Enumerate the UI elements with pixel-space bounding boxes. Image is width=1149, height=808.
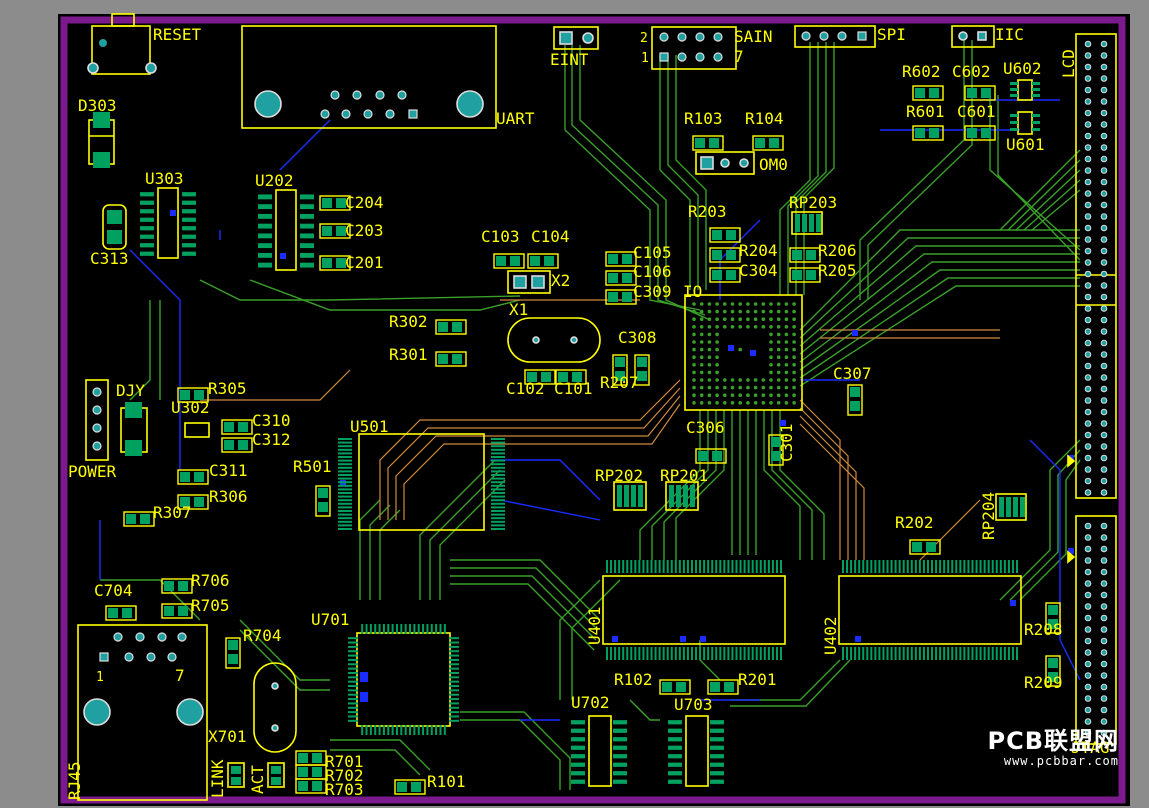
label-sain: SAIN <box>734 27 773 46</box>
label-r305: R305 <box>208 379 247 398</box>
label-c601: C601 <box>957 102 996 121</box>
label-om0: OM0 <box>759 155 788 174</box>
label-c312: C312 <box>252 430 291 449</box>
label-rp203: RP203 <box>789 193 837 212</box>
label-rp204: RP204 <box>979 492 998 540</box>
label-sain-pin2: 2 <box>640 31 648 46</box>
label-u402: U402 <box>821 616 840 655</box>
label-sain-pin7: 7 <box>734 47 744 66</box>
label-r202: R202 <box>895 513 934 532</box>
label-r208: R208 <box>1024 620 1063 639</box>
label-u701: U701 <box>311 610 350 629</box>
label-u602: U602 <box>1003 59 1042 78</box>
label-u702: U702 <box>571 693 610 712</box>
label-c304: C304 <box>739 261 778 280</box>
label-r209: R209 <box>1024 673 1063 692</box>
label-rj45-pin7: 7 <box>175 666 185 685</box>
rp203-resistor-pack[interactable] <box>791 211 823 235</box>
label-c105: C105 <box>633 243 672 262</box>
label-rj45-pin1: 1 <box>96 670 104 685</box>
label-c201: C201 <box>345 253 384 272</box>
label-r102: R102 <box>614 670 653 689</box>
label-c306: C306 <box>686 418 725 437</box>
label-r204: R204 <box>739 241 778 260</box>
label-x1: X1 <box>509 300 528 319</box>
label-spi: SPI <box>877 25 906 44</box>
label-c307: C307 <box>833 364 872 383</box>
label-u601: U601 <box>1006 135 1045 154</box>
label-c203: C203 <box>345 221 384 240</box>
label-c311: C311 <box>209 461 248 480</box>
label-djy: DJY <box>116 381 145 400</box>
label-u302: U302 <box>171 398 210 417</box>
label-u202: U202 <box>255 171 294 190</box>
label-c102: C102 <box>506 379 545 398</box>
label-u303: U303 <box>145 169 184 188</box>
label-r307: R307 <box>153 503 192 522</box>
label-c106: C106 <box>633 262 672 281</box>
watermark-logo: PCB联盟网 <box>987 727 1119 755</box>
label-c704: C704 <box>94 581 133 600</box>
label-c309: C309 <box>633 282 672 301</box>
label-r206: R206 <box>818 241 857 260</box>
label-r706: R706 <box>191 571 230 590</box>
label-x701: X701 <box>208 727 247 746</box>
label-c310: C310 <box>252 411 291 430</box>
label-sain-pin1: 1 <box>641 51 649 66</box>
watermark-url: www.pcbbar.com <box>1003 754 1119 768</box>
label-r205: R205 <box>818 261 857 280</box>
pcb-layout-view: RESET UART EINT 2 1 SAIN 7 SPI IIC LCD D… <box>0 0 1149 808</box>
label-r201: R201 <box>738 670 777 689</box>
label-lcd: LCD <box>1059 49 1078 78</box>
label-r104: R104 <box>745 109 784 128</box>
label-d303: D303 <box>78 96 117 115</box>
label-r501: R501 <box>293 457 332 476</box>
label-r704: R704 <box>243 626 282 645</box>
label-r301: R301 <box>389 345 428 364</box>
label-r207: R207 <box>600 373 639 392</box>
pcb-board: RESET UART EINT 2 1 SAIN 7 SPI IIC LCD D… <box>58 13 1130 806</box>
label-x2: X2 <box>551 271 570 290</box>
label-c313: C313 <box>90 249 129 268</box>
rp204-resistor-pack[interactable] <box>995 493 1027 521</box>
label-u501: U501 <box>350 417 389 436</box>
label-r101: R101 <box>427 772 466 791</box>
label-rj45: RJ45 <box>65 761 84 800</box>
pcbbar-watermark: PCB联盟网 www.pcbbar.com <box>988 721 1120 768</box>
label-c204: C204 <box>345 193 384 212</box>
label-rp201: RP201 <box>660 466 708 485</box>
label-c104: C104 <box>531 227 570 246</box>
label-c308: C308 <box>618 328 657 347</box>
label-act: ACT <box>248 765 267 794</box>
label-c602: C602 <box>952 62 991 81</box>
label-r103: R103 <box>684 109 723 128</box>
label-io: IO <box>683 282 702 301</box>
label-c101: C101 <box>554 379 593 398</box>
label-eint: EINT <box>550 50 589 69</box>
label-r703: R703 <box>325 780 364 799</box>
label-uart: UART <box>496 109 535 128</box>
label-c301: C301 <box>777 423 796 462</box>
label-r601: R601 <box>906 102 945 121</box>
label-link: LINK <box>208 759 227 798</box>
label-r302: R302 <box>389 312 428 331</box>
label-r705: R705 <box>191 596 230 615</box>
label-power: POWER <box>68 462 117 481</box>
label-r203: R203 <box>688 202 727 221</box>
label-iic: IIC <box>995 25 1024 44</box>
label-r602: R602 <box>902 62 941 81</box>
label-u703: U703 <box>674 695 713 714</box>
label-rp202: RP202 <box>595 466 643 485</box>
label-u401: U401 <box>585 606 604 645</box>
label-reset: RESET <box>153 25 202 44</box>
label-c103: C103 <box>481 227 520 246</box>
label-r306: R306 <box>209 487 248 506</box>
